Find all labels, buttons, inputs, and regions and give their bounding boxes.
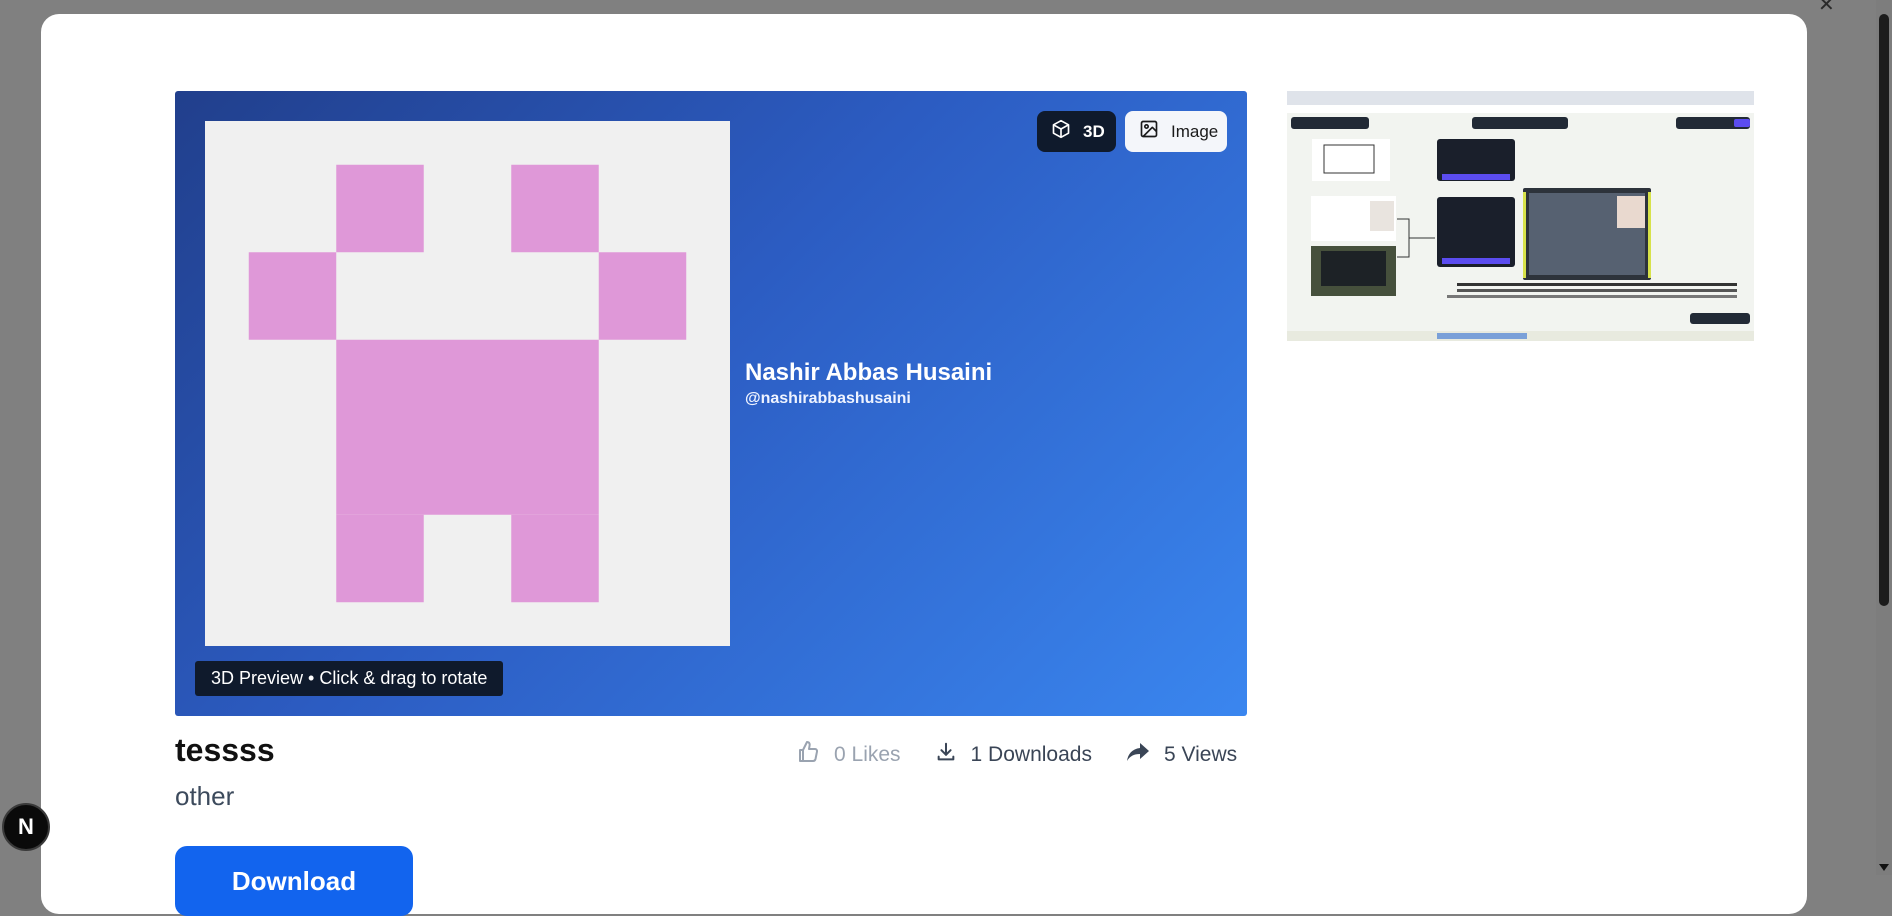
- downloads-stat: 1 Downloads: [935, 741, 1092, 769]
- download-icon: [935, 741, 957, 769]
- pixel-art-figure: [248, 164, 687, 603]
- share-arrow-icon: [1126, 741, 1150, 769]
- view-3d-button[interactable]: 3D: [1037, 111, 1116, 152]
- item-category: other: [175, 781, 235, 811]
- author-handle[interactable]: @nashirabbashusaini: [745, 388, 992, 410]
- download-button[interactable]: Download: [175, 846, 413, 916]
- like-button[interactable]: 0 Likes: [796, 740, 901, 770]
- stats-bar: 0 Likes 1 Downloads 5 Views: [796, 740, 1237, 770]
- view-image-button[interactable]: Image: [1125, 111, 1227, 152]
- views-count: 5 Views: [1163, 743, 1238, 766]
- close-icon[interactable]: ✕: [1818, 0, 1835, 17]
- author-name[interactable]: Nashir Abbas Husaini: [745, 358, 992, 388]
- item-title: tessss: [175, 732, 275, 768]
- preview-panel: Nashir Abbas Husaini @nashirabbashusaini…: [175, 91, 1247, 716]
- cube-icon: [1051, 119, 1071, 144]
- modal-dialog: Nashir Abbas Husaini @nashirabbashusaini…: [41, 14, 1807, 916]
- downloads-count: 1 Downloads: [970, 743, 1092, 766]
- scroll-down-arrow-icon[interactable]: [1879, 864, 1889, 871]
- rotate-hint: 3D Preview • Click & drag to rotate: [195, 661, 504, 696]
- author-info: Nashir Abbas Husaini @nashirabbashusaini: [745, 358, 992, 410]
- view-3d-label: 3D: [1083, 121, 1105, 141]
- n-badge-button[interactable]: N: [2, 803, 50, 851]
- 3d-preview-canvas[interactable]: [205, 121, 730, 646]
- view-image-label: Image: [1171, 121, 1219, 141]
- share-button[interactable]: 5 Views: [1126, 741, 1237, 769]
- image-icon: [1139, 119, 1159, 144]
- likes-count: 0 Likes: [834, 743, 901, 766]
- scrollbar[interactable]: [1876, 0, 1892, 875]
- screenshot-thumbnail: [1287, 91, 1754, 341]
- thumbnail-image[interactable]: [1287, 91, 1754, 341]
- scrollbar-thumb[interactable]: [1879, 14, 1889, 606]
- thumbs-up-icon: [796, 740, 820, 770]
